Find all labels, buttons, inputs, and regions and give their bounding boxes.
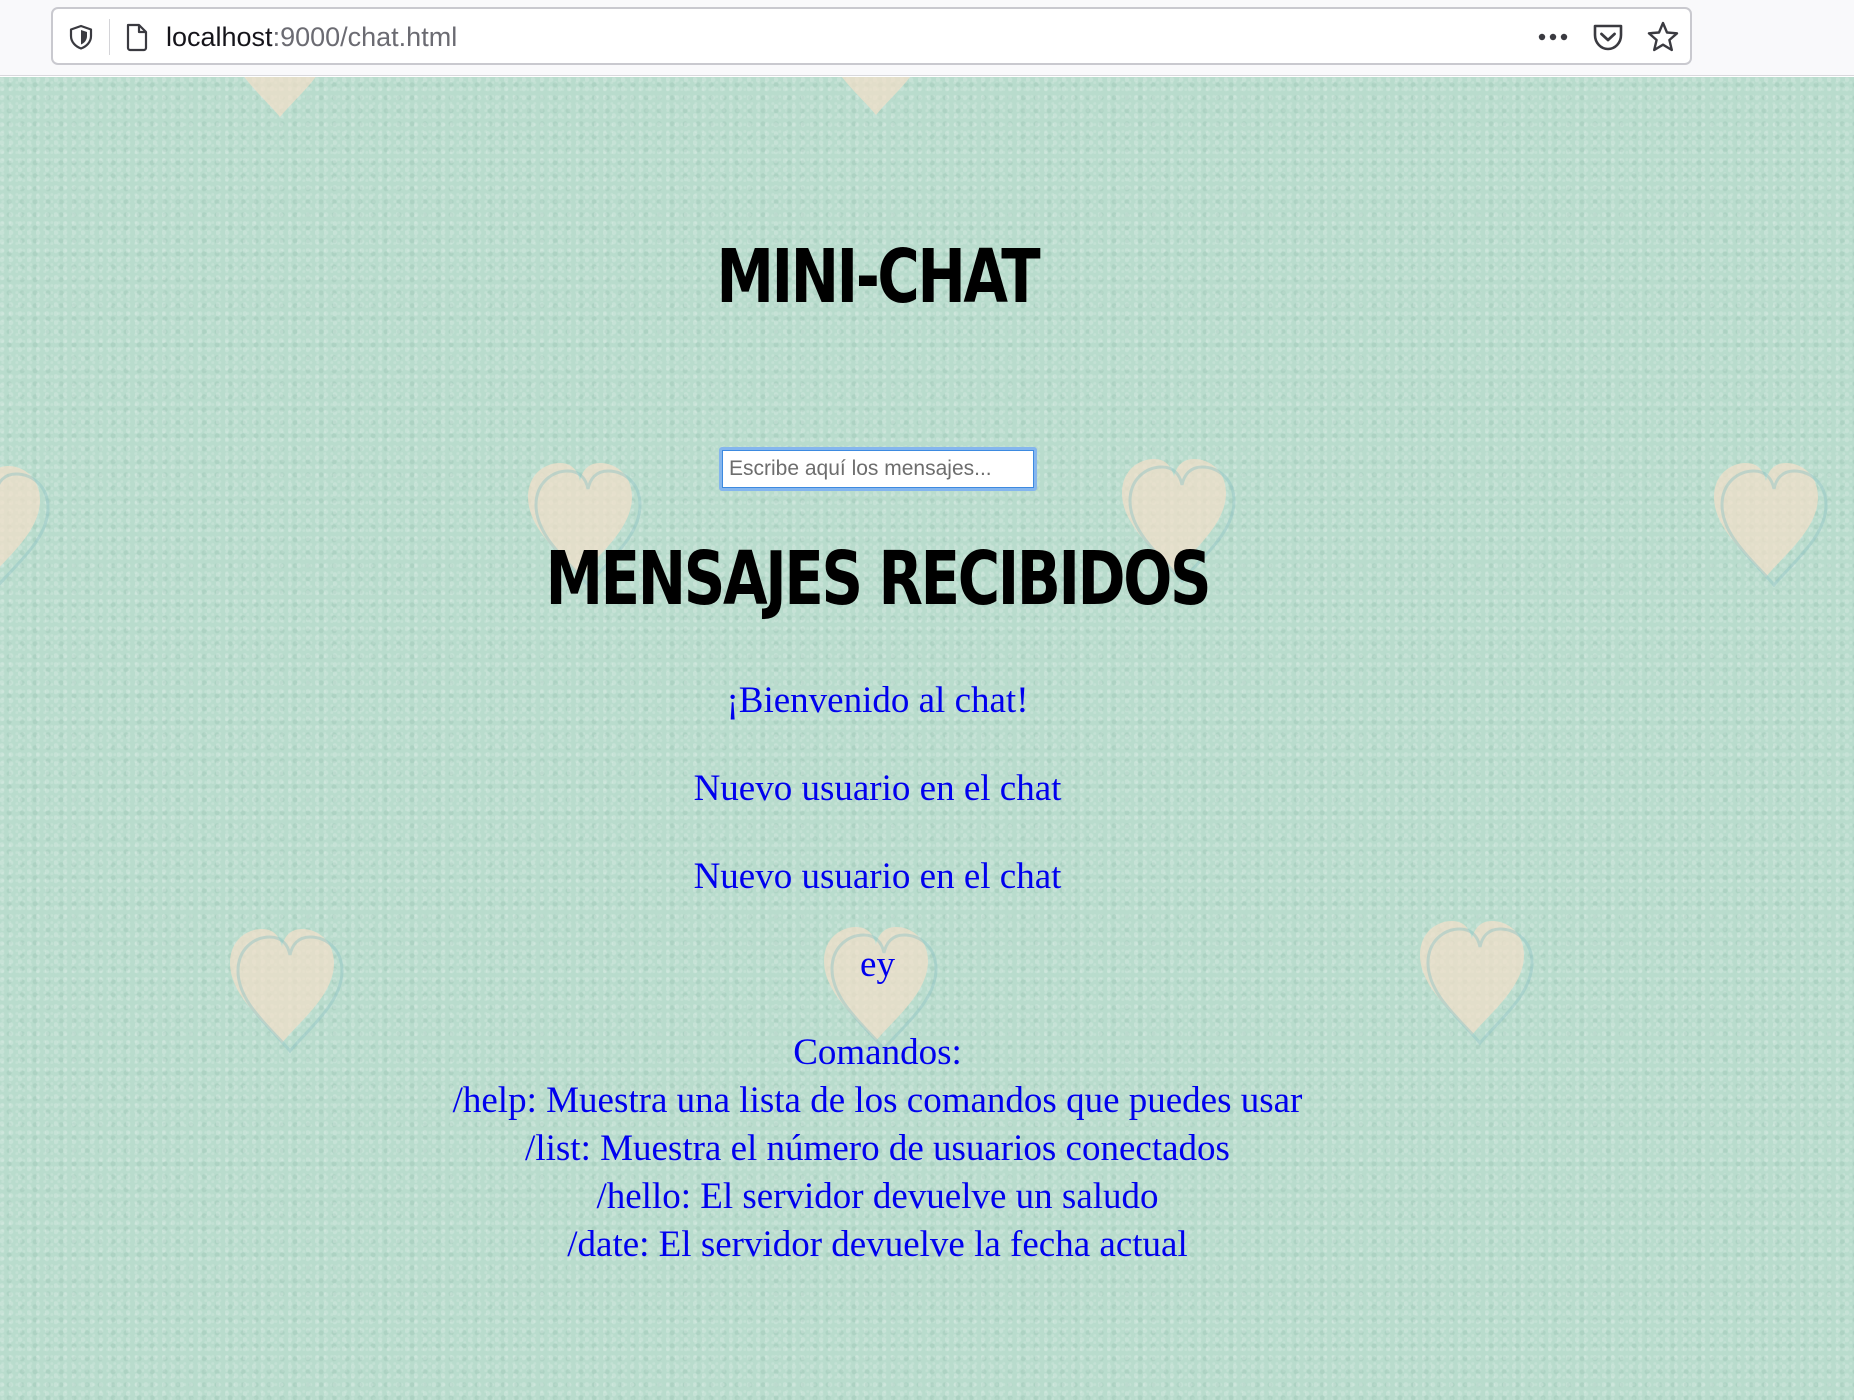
command-list: /list: Muestra el número de usuarios con… <box>525 1128 1230 1169</box>
heart-icon <box>824 77 928 115</box>
url-host: localhost <box>166 22 273 52</box>
heart-icon <box>228 77 332 117</box>
page-title: MINI-CHAT <box>716 234 1040 320</box>
commands-message: Comandos: /help: Muestra una lista de lo… <box>0 1029 1755 1269</box>
command-date: /date: El servidor devuelve la fecha act… <box>567 1224 1188 1265</box>
heart-icon <box>0 466 40 580</box>
url-path: :9000/chat.html <box>272 22 458 52</box>
commands-heading: Comandos: <box>793 1032 962 1073</box>
message-input[interactable] <box>719 447 1037 491</box>
heart-outline-icon <box>0 472 50 590</box>
heart-icon <box>1714 463 1818 577</box>
toolbar-separator <box>109 19 110 55</box>
message-item: Nuevo usuario en el chat <box>693 768 1062 809</box>
url-text[interactable]: localhost:9000/chat.html <box>166 22 457 52</box>
bookmark-star-icon[interactable] <box>1646 20 1680 54</box>
received-messages-title: MENSAJES RECIBIDOS <box>545 536 1212 622</box>
page-content: MINI-CHAT MENSAJES RECIBIDOS ¡Bienvenido… <box>0 77 1854 1400</box>
address-bar[interactable]: localhost:9000/chat.html <box>51 7 1692 65</box>
message-item: Nuevo usuario en el chat <box>693 856 1062 897</box>
page-icon <box>126 23 148 52</box>
command-help: /help: Muestra una lista de los comandos… <box>452 1080 1303 1121</box>
more-options-icon[interactable] <box>1533 22 1573 52</box>
heart-outline-icon <box>1720 469 1828 587</box>
message-item: ¡Bienvenido al chat! <box>726 680 1029 721</box>
message-item: ey <box>860 944 895 985</box>
command-hello: /hello: El servidor devuelve un saludo <box>596 1176 1159 1217</box>
pocket-icon[interactable] <box>1591 21 1625 53</box>
messages-list: ¡Bienvenido al chat! Nuevo usuario en el… <box>0 657 1755 1269</box>
shield-icon[interactable] <box>67 23 95 51</box>
browser-toolbar: localhost:9000/chat.html <box>0 0 1854 76</box>
